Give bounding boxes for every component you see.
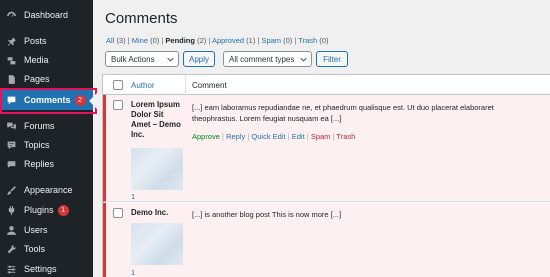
- table-row: Lorem Ipsum Dolor Sit Amet – Demo Inc. 1…: [103, 95, 550, 202]
- column-header-comment: Comment: [192, 81, 227, 90]
- sidebar-item-label: Appearance: [24, 185, 73, 195]
- approve-action[interactable]: Approve: [192, 132, 220, 141]
- comment-type-select[interactable]: All comment types: [223, 51, 312, 67]
- sidebar-item-label: Topics: [24, 140, 50, 150]
- sidebar-item-label: Users: [24, 225, 48, 235]
- sidebar-item-topics[interactable]: Topics: [0, 135, 93, 155]
- topics-icon: [4, 138, 18, 152]
- column-header-author[interactable]: Author: [131, 81, 155, 90]
- sidebar-item-label: Posts: [24, 36, 47, 46]
- comment-text: [...] is another blog post This is now m…: [192, 210, 342, 219]
- column-divider: [185, 75, 186, 95]
- author-avatar: [131, 148, 183, 190]
- sidebar-item-label: Settings: [24, 264, 57, 274]
- filter-mine[interactable]: Mine (0): [132, 36, 160, 45]
- sidebar-item-tools[interactable]: Tools: [0, 239, 93, 259]
- sidebar-item-dashboard[interactable]: Dashboard: [0, 5, 93, 25]
- sidebar-item-label: Dashboard: [24, 10, 69, 20]
- sidebar-item-pages[interactable]: Pages: [0, 69, 93, 89]
- table-header: Author Comment: [103, 75, 550, 95]
- replies-icon: [4, 157, 18, 171]
- comment-row-actions: Approve | Reply | Quick Edit | Edit | Sp…: [192, 132, 356, 141]
- media-icon: [4, 53, 18, 67]
- wrench-icon: [4, 242, 18, 256]
- author-avatar: [131, 223, 183, 265]
- comment-type-value: All comment types: [229, 54, 295, 64]
- sidebar-item-label: Replies: [24, 159, 55, 169]
- comments-table: Author Comment Lorem Ipsum Dolor Sit Ame…: [102, 74, 550, 277]
- comment-author-name[interactable]: Lorem Ipsum Dolor Sit Amet – Demo Inc.: [131, 100, 181, 140]
- settings-icon: [4, 262, 18, 276]
- plug-icon: [4, 203, 18, 217]
- row-checkbox[interactable]: [113, 100, 123, 110]
- admin-sidebar: Dashboard Posts Media Pages Comments 2 F…: [0, 0, 93, 277]
- sidebar-item-plugins[interactable]: Plugins 1: [0, 200, 93, 220]
- page-icon: [4, 72, 18, 86]
- spam-action[interactable]: Spam: [311, 132, 331, 141]
- sidebar-item-appearance[interactable]: Appearance: [0, 180, 93, 200]
- filter-button[interactable]: Filter: [316, 51, 348, 67]
- comment-status-filters: All (3) | Mine (0) | Pending (2) | Appro…: [106, 36, 329, 45]
- comments-highlight-frame: [0, 88, 97, 114]
- plugins-update-badge: 1: [57, 204, 69, 216]
- reply-action[interactable]: Reply: [226, 132, 245, 141]
- brush-icon: [4, 183, 18, 197]
- author-comment-count-link[interactable]: 1: [131, 268, 135, 277]
- sidebar-item-label: Forums: [24, 121, 55, 131]
- sidebar-item-posts[interactable]: Posts: [0, 31, 93, 51]
- sidebar-item-label: Pages: [24, 74, 50, 84]
- filter-approved[interactable]: Approved (1): [212, 36, 255, 45]
- filter-pending[interactable]: Pending (2): [165, 36, 206, 45]
- quick-edit-action[interactable]: Quick Edit: [251, 132, 285, 141]
- edit-action[interactable]: Edit: [292, 132, 305, 141]
- sidebar-item-replies[interactable]: Replies: [0, 154, 93, 174]
- select-all-checkbox[interactable]: [113, 80, 123, 90]
- sidebar-item-users[interactable]: Users: [0, 220, 93, 240]
- main-content: Comments All (3) | Mine (0) | Pending (2…: [93, 0, 550, 277]
- sidebar-item-settings[interactable]: Settings: [0, 259, 93, 277]
- sidebar-item-media[interactable]: Media: [0, 50, 93, 70]
- filter-trash[interactable]: Trash (0): [298, 36, 328, 45]
- sidebar-item-forums[interactable]: Forums: [0, 116, 93, 136]
- chevron-down-icon: [167, 57, 174, 62]
- apply-button[interactable]: Apply: [183, 51, 215, 67]
- comment-text: [...] eam laboramus repudiandae ne, et p…: [192, 103, 494, 123]
- sidebar-item-label: Tools: [24, 244, 46, 254]
- filter-spam[interactable]: Spam (0): [261, 36, 292, 45]
- comment-author-name[interactable]: Demo Inc.: [131, 208, 168, 218]
- dashboard-icon: [4, 8, 18, 22]
- trash-action[interactable]: Trash: [336, 132, 355, 141]
- row-checkbox[interactable]: [113, 208, 123, 218]
- user-icon: [4, 223, 18, 237]
- chevron-down-icon: [300, 57, 307, 62]
- table-row: Demo Inc. 1 [...] is another blog post T…: [103, 203, 550, 277]
- bulk-actions-value: Bulk Actions: [111, 54, 155, 64]
- sidebar-item-label: Plugins: [24, 205, 54, 215]
- sidebar-item-label: Media: [24, 55, 49, 65]
- forums-icon: [4, 119, 18, 133]
- filter-all[interactable]: All (3): [106, 36, 126, 45]
- page-title: Comments: [105, 10, 178, 27]
- author-comment-count-link[interactable]: 1: [131, 192, 135, 201]
- pin-icon: [4, 34, 18, 48]
- bulk-actions-select[interactable]: Bulk Actions: [105, 51, 179, 67]
